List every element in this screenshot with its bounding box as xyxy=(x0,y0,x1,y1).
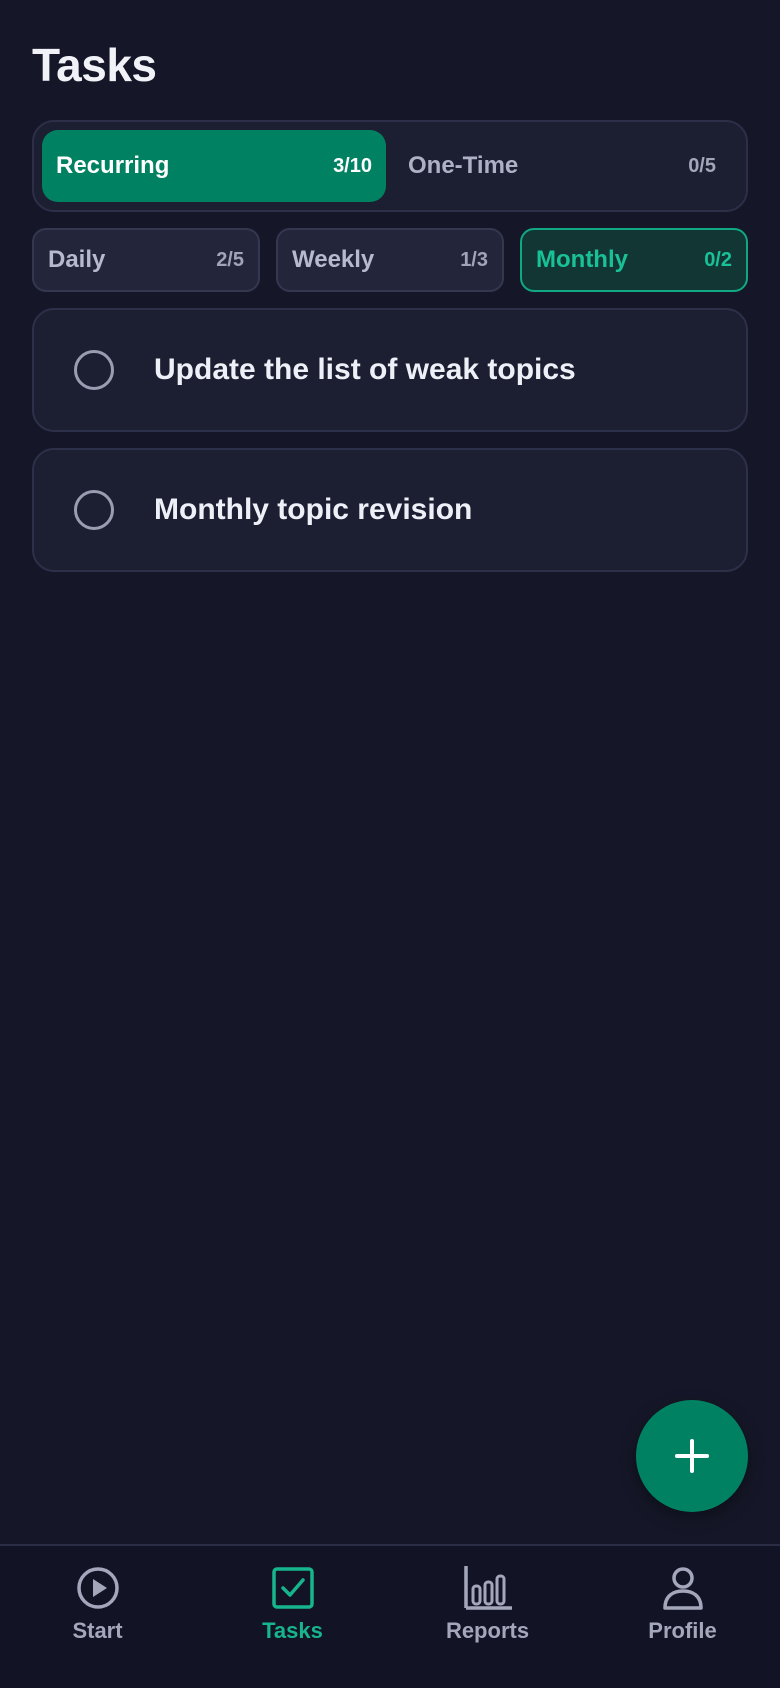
task-title: Monthly topic revision xyxy=(154,493,473,526)
tab-recurring-count: 3/10 xyxy=(333,154,372,177)
task-type-segmented-control: Recurring 3/10 One-Time 0/5 xyxy=(32,120,748,212)
tab-recurring-label: Recurring xyxy=(56,152,170,179)
nav-profile[interactable]: Profile xyxy=(585,1546,780,1688)
nav-reports[interactable]: Reports xyxy=(390,1546,585,1688)
filter-weekly-count: 1/3 xyxy=(460,248,488,271)
task-checkbox[interactable] xyxy=(74,490,114,530)
filter-daily[interactable]: Daily 2/5 xyxy=(32,228,260,292)
tab-recurring[interactable]: Recurring 3/10 xyxy=(42,130,386,202)
filter-daily-count: 2/5 xyxy=(216,248,244,271)
filter-monthly[interactable]: Monthly 0/2 xyxy=(520,228,748,292)
user-icon xyxy=(662,1567,703,1610)
tab-one-time-label: One-Time xyxy=(408,152,519,179)
tab-one-time[interactable]: One-Time 0/5 xyxy=(394,130,738,202)
filter-weekly-label: Weekly xyxy=(292,246,375,273)
checkbox-icon xyxy=(271,1567,314,1609)
task-title: Update the list of weak topics xyxy=(154,353,576,386)
nav-start[interactable]: Start xyxy=(0,1546,195,1688)
filter-daily-label: Daily xyxy=(48,246,106,273)
page-title: Tasks xyxy=(32,39,157,91)
task-item[interactable]: Update the list of weak topics xyxy=(32,308,748,432)
nav-reports-label: Reports xyxy=(445,1618,530,1643)
nav-tasks[interactable]: Tasks xyxy=(195,1546,390,1688)
filter-monthly-label: Monthly xyxy=(536,246,628,273)
nav-tasks-label: Tasks xyxy=(262,1618,323,1643)
filter-monthly-count: 0/2 xyxy=(704,248,732,271)
add-task-button[interactable] xyxy=(636,1400,748,1512)
tasks-screen: Tasks Recurring 3/10 One-Time 0/5 Daily … xyxy=(0,0,780,1688)
bar-chart-icon xyxy=(463,1566,512,1610)
task-item[interactable]: Monthly topic revision xyxy=(32,448,748,572)
tab-one-time-count: 0/5 xyxy=(688,154,716,177)
nav-start-label: Start xyxy=(72,1618,123,1643)
plus-icon xyxy=(675,1439,709,1473)
task-checkbox[interactable] xyxy=(74,350,114,390)
frequency-filter: Daily 2/5 Weekly 1/3 Monthly 0/2 xyxy=(32,228,748,292)
play-circle-icon xyxy=(76,1567,119,1609)
bottom-navigation: Start Tasks Reports Profile xyxy=(0,1544,780,1688)
nav-profile-label: Profile xyxy=(648,1618,717,1643)
filter-weekly[interactable]: Weekly 1/3 xyxy=(276,228,504,292)
